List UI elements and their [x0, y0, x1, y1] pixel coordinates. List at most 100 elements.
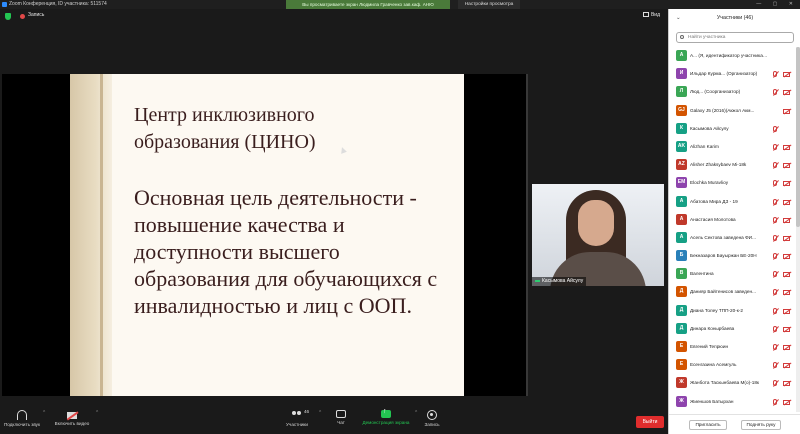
- participants-panel-title: Участники (46): [716, 15, 754, 21]
- participants-icon: [292, 410, 302, 420]
- mic-muted-icon: [773, 162, 777, 169]
- participant-video[interactable]: Касымова Айсулу: [532, 184, 664, 286]
- video-off-icon: [67, 412, 77, 419]
- participant-row[interactable]: Л Люд... (Соорганизатор): [669, 83, 796, 101]
- start-video-label: Включить видео: [54, 421, 90, 426]
- participant-row[interactable]: А Анастасия Молотова: [669, 211, 796, 229]
- window-controls[interactable]: — ▢ ✕: [756, 0, 798, 9]
- chat-icon: [336, 410, 346, 418]
- mic-muted-icon: [773, 271, 777, 278]
- participant-row[interactable]: А Асель Сектова заведена ФИ...: [669, 229, 796, 247]
- raise-hand-button[interactable]: Поднять руку: [741, 420, 781, 430]
- recording-label: Запись: [28, 12, 45, 18]
- mic-muted-icon: [773, 89, 777, 96]
- participant-name: Евгений Тепрюин: [690, 344, 729, 349]
- participant-row[interactable]: AZ Alisher Zhaksybaev Mi-18k: [669, 156, 796, 174]
- slide-decor-edge: [70, 74, 112, 396]
- camera-off-icon: [783, 235, 790, 241]
- participant-avatar: А: [676, 213, 687, 225]
- participant-avatar: А: [676, 195, 687, 207]
- mic-muted-icon: [773, 398, 777, 405]
- search-icon: [680, 35, 684, 39]
- record-dot-icon: [20, 14, 25, 19]
- participant-row[interactable]: Ж Жиеншов Батырхан: [669, 393, 796, 411]
- record-label: Запись: [424, 422, 440, 427]
- participant-row[interactable]: Е Есенгазина Асемгуль: [669, 356, 796, 374]
- participant-avatar: Л: [676, 86, 687, 98]
- participant-avatar: Б: [676, 250, 687, 262]
- audio-options-caret-icon[interactable]: ⌃: [42, 410, 46, 416]
- participant-row[interactable]: К Касымова Айсулу: [669, 120, 796, 138]
- participants-count: 46: [304, 409, 310, 414]
- grid-icon: [642, 12, 649, 18]
- join-audio-button[interactable]: Подключить звук: [2, 407, 42, 434]
- shared-screen[interactable]: Центр инклюзивного образования (ЦИНО) Ос…: [2, 74, 528, 396]
- start-video-button[interactable]: Включить видео: [50, 407, 94, 434]
- slide-decor-stripe: [100, 74, 103, 396]
- participant-name: Бекназаров Бауыржан БЕ-20Н: [690, 253, 757, 259]
- share-screen-button[interactable]: Демонстрация экрана: [358, 407, 414, 434]
- participant-row[interactable]: GJ Galaxy J5 (2016)(Акжол Акм...: [669, 102, 796, 120]
- participants-caret-icon[interactable]: ⌃: [318, 410, 322, 416]
- participant-name: Galaxy J5 (2016)(Акжол Акм...: [690, 107, 755, 113]
- participant-name: Динара Конырбаева: [690, 325, 735, 331]
- participant-name: Есенгазина Асемгуль: [690, 362, 737, 368]
- participant-row[interactable]: Д Динара Конырбаева: [669, 320, 796, 338]
- record-button[interactable]: Запись: [420, 407, 444, 434]
- slide-title: Центр инклюзивного образования (ЦИНО): [134, 104, 316, 153]
- participant-search-input[interactable]: Найти участника: [676, 32, 794, 43]
- window-title: Zoom Конференция, ID участника: 511574: [9, 1, 107, 7]
- participant-name: Жиеншов Батырхан: [690, 398, 734, 404]
- share-options-caret-icon[interactable]: ⌃: [414, 410, 418, 416]
- participant-row[interactable]: Ж Жанбота Таскынбаева М(о)-18к: [669, 374, 796, 392]
- camera-off-icon: [783, 399, 790, 405]
- participant-row[interactable]: АА... (Я, идентификатор участника: 51157…: [669, 47, 796, 65]
- participant-avatar: Ж: [676, 395, 687, 407]
- participants-panel: ⌄ Участники (46) Найти участника А А... (…: [668, 9, 800, 434]
- participant-name: Асель Сектова заведена ФИ...: [690, 234, 756, 240]
- participant-name: Данияр Байтенисов заведен...: [690, 289, 756, 295]
- mic-muted-icon: [773, 180, 777, 187]
- participant-row[interactable]: AK Alizhan Karim: [669, 138, 796, 156]
- participant-row[interactable]: ИИндира Бейсенова ДФ-17: [669, 411, 796, 412]
- participants-panel-footer: Пригласить Поднять руку: [669, 414, 800, 434]
- collapse-chevron-icon[interactable]: ⌄: [676, 9, 680, 27]
- participant-row[interactable]: В Валентина: [669, 265, 796, 283]
- video-person-face: [578, 200, 614, 246]
- mic-muted-icon: [773, 325, 777, 332]
- view-settings-button[interactable]: Настройки просмотра: [458, 0, 520, 9]
- zoom-window: Zoom Конференция, ID участника: 511574 В…: [0, 0, 800, 434]
- participant-row[interactable]: Б Бекназаров Бауыржан БЕ-20Н: [669, 247, 796, 265]
- invite-button[interactable]: Пригласить: [689, 420, 727, 430]
- participant-avatar: Д: [676, 304, 687, 316]
- participant-row[interactable]: EM Elochka Muravlioy: [669, 174, 796, 192]
- camera-off-icon: [783, 363, 790, 369]
- participant-list-scrollbar[interactable]: [796, 47, 800, 412]
- participant-avatar: А: [676, 50, 687, 61]
- participant-row[interactable]: Д Данияр Байтенисов заведен...: [669, 283, 796, 301]
- participant-row[interactable]: И Ильдар Курма... (Организатор): [669, 65, 796, 83]
- camera-off-icon: [783, 381, 790, 387]
- participant-row[interactable]: Д Диана Толеу ТПП-20-к-2: [669, 302, 796, 320]
- view-button[interactable]: Вид: [642, 12, 660, 18]
- participants-label: Участники: [286, 422, 308, 427]
- scrollbar-thumb[interactable]: [796, 47, 800, 227]
- mic-muted-icon: [773, 344, 777, 350]
- mic-muted-icon: [773, 71, 777, 78]
- chat-button[interactable]: Чат: [330, 407, 352, 434]
- camera-off-icon: [783, 181, 790, 187]
- mic-muted-icon: [773, 198, 777, 205]
- mic-muted-icon: [773, 362, 777, 369]
- participants-panel-header: ⌄ Участники (46): [669, 9, 800, 27]
- title-bar: Zoom Конференция, ID участника: 511574 В…: [0, 0, 800, 9]
- video-options-caret-icon[interactable]: ⌃: [95, 410, 99, 416]
- shield-icon[interactable]: [5, 13, 11, 20]
- leave-button[interactable]: Выйти: [636, 416, 664, 428]
- camera-off-icon: [783, 199, 790, 205]
- camera-off-icon: [783, 272, 790, 278]
- participant-row[interactable]: Е Евгений Тепрюин: [669, 338, 796, 356]
- chat-label: Чат: [337, 420, 345, 425]
- camera-off-icon: [783, 144, 790, 150]
- participant-row[interactable]: А Абатова Мира ДЗ - 19: [669, 193, 796, 211]
- participant-name: Elochka Muravlioy: [690, 180, 729, 186]
